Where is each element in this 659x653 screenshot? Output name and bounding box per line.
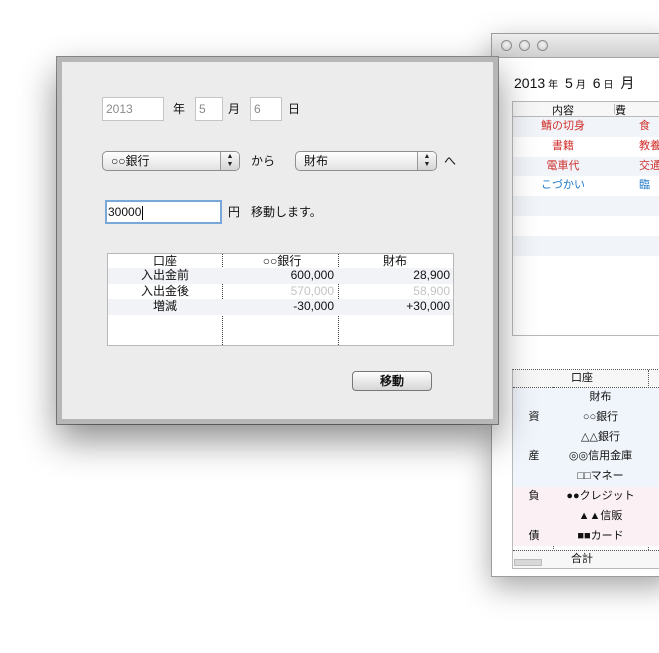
bank-value: 570,000	[290, 283, 334, 298]
balance-rows: 財布資 ○○銀行 △△銀行産 ◎◎信用金庫 □□マネー負 ●●クレジット ▲▲信販債 ■■カー…	[513, 388, 659, 547]
balance-account-name: □□マネー	[577, 470, 624, 483]
day-field[interactable]: 6	[250, 97, 282, 121]
month-label: 月	[228, 102, 241, 116]
row-label: 入出金後	[140, 283, 189, 298]
table-row-change: 増減 -30,000 +30,000	[108, 299, 453, 315]
ledger-year: 2013	[514, 75, 546, 91]
list-item[interactable]: こづかい 臨	[513, 176, 659, 196]
list-item[interactable]: 電車代 交通	[513, 156, 659, 177]
to-account-select[interactable]: 財布 ▲ ▼	[295, 151, 437, 171]
list-item-content: 電車代	[546, 159, 580, 172]
balance-row[interactable]: △△銀行	[513, 427, 659, 448]
transfer-sheet-content: 2013 年 5 月 6 日 ○○銀行 ▲ ▼ から 財布 ▲ ▼ へ 30000 …	[62, 62, 493, 419]
table-row-before: 入出金前 600,000 28,900	[108, 268, 453, 284]
list-item-category: 交通	[639, 159, 659, 172]
month-field[interactable]: 5	[195, 97, 223, 121]
balance-row[interactable]: 産 ◎◎信用金庫	[513, 447, 659, 468]
header-account: 口座	[152, 254, 177, 268]
list-item[interactable]: 書籍 教養	[513, 137, 659, 157]
bank-value: -30,000	[293, 299, 334, 313]
balance-kind-label: 負	[528, 489, 540, 502]
balance-table: 口座 財布資 ○○銀行 △△銀行産 ◎◎信用金庫 □□マネー負 ●●クレジット ▲▲信販債 ■…	[512, 369, 659, 569]
wallet-value: 58,900	[413, 283, 450, 298]
header-from-account: ○○銀行	[262, 254, 302, 268]
list-item-content: 鯖の切身	[541, 120, 585, 132]
yen-label: 円	[228, 205, 241, 219]
day-label: 日	[288, 102, 301, 116]
ledger-body: 2013 年 5月 6日 月 内容 費 鯖の切身食書籍 教養 電車代 交通 こづかい臨 口…	[492, 58, 659, 576]
wallet-value: 28,900	[413, 268, 450, 282]
balance-account-name: ■■カード	[577, 529, 624, 542]
ledger-day: 6	[592, 75, 601, 91]
ledger-date-trailing: 月	[620, 75, 635, 91]
balance-row[interactable]: 資 ○○銀行	[513, 407, 659, 428]
row-label: 入出金前	[140, 268, 189, 282]
balance-table-header: 口座	[513, 370, 659, 388]
balance-row[interactable]: 財布	[513, 388, 659, 408]
balance-kind-label: 資	[528, 410, 540, 423]
balance-kind-label: 産	[528, 450, 540, 463]
header-to-account: 財布	[382, 254, 407, 268]
balance-row[interactable]: ▲▲信販	[513, 506, 659, 527]
balance-preview-table: 口座 ○○銀行 財布 入出金前 600,000 28,900 入出金後 570,…	[107, 253, 454, 346]
bank-value: 600,000	[290, 268, 334, 282]
wallet-value: +30,000	[406, 299, 450, 313]
move-button[interactable]: 移動	[352, 371, 432, 391]
table-header-row: 口座 ○○銀行 財布	[108, 254, 453, 268]
list-item-category: 臨	[639, 179, 650, 192]
ledger-month-unit: 月	[575, 80, 586, 91]
balance-total-label: 合計	[571, 553, 593, 565]
resize-grip[interactable]	[514, 559, 542, 566]
from-account-value: ○○銀行	[111, 154, 150, 168]
to-account-value: 財布	[304, 154, 329, 168]
to-label: へ	[444, 154, 457, 168]
ledger-date: 2013 年 5月 6日 月	[514, 73, 634, 93]
balance-kind-label: 債	[528, 529, 540, 542]
list-item-category: 食	[639, 120, 650, 132]
amount-value: 30000	[108, 205, 142, 219]
zoom-window-icon[interactable]	[537, 40, 548, 51]
select-arrows-icon: ▲ ▼	[220, 152, 239, 170]
list-item-empty[interactable]	[513, 196, 659, 216]
column-header-expense[interactable]: 費	[615, 102, 626, 118]
ledger-month: 5	[565, 75, 573, 91]
list-item-category: 教養	[639, 139, 659, 152]
ledger-titlebar	[492, 34, 659, 58]
year-label: 年	[173, 102, 186, 116]
list-item-content: こづかい	[541, 179, 585, 192]
ledger-year-unit: 年	[548, 80, 559, 91]
year-field[interactable]: 2013	[102, 97, 164, 121]
balance-account-name: ○○銀行	[582, 410, 619, 423]
amount-field[interactable]: 30000	[105, 200, 222, 224]
balance-account-name: △△銀行	[581, 430, 620, 443]
balance-account-name: 財布	[589, 391, 612, 403]
list-item-empty[interactable]	[513, 235, 659, 256]
column-header-content[interactable]: 内容	[513, 102, 613, 118]
select-arrows-icon: ▲ ▼	[417, 152, 436, 170]
list-item-content: 書籍	[552, 139, 574, 152]
action-text: 移動します。	[251, 205, 322, 219]
balance-account-name: ●●クレジット	[566, 489, 635, 502]
list-item[interactable]: 鯖の切身 食	[513, 117, 659, 137]
transaction-rows: 鯖の切身 食書籍 教養電車代 交通こづかい 臨	[513, 117, 659, 256]
balance-row[interactable]: 負 ●●クレジット	[513, 486, 659, 507]
from-account-select[interactable]: ○○銀行 ▲ ▼	[102, 151, 240, 171]
minimize-window-icon[interactable]	[519, 40, 530, 51]
transfer-sheet: 2013 年 5 月 6 日 ○○銀行 ▲ ▼ から 財布 ▲ ▼ へ 30000 …	[57, 57, 498, 424]
row-label: 増減	[152, 299, 177, 313]
transaction-list-header: 内容 費	[513, 102, 659, 117]
balance-account-name: ◎◎信用金庫	[568, 450, 633, 463]
balance-account-name: ▲▲信販	[578, 509, 623, 522]
ledger-window: 2013 年 5月 6日 月 内容 費 鯖の切身食書籍 教養 電車代 交通 こづかい臨 口…	[491, 33, 659, 577]
balance-header-account: 口座	[571, 372, 593, 384]
text-caret	[142, 205, 144, 220]
balance-row[interactable]: □□マネー	[513, 467, 659, 487]
list-item-empty[interactable]	[513, 216, 659, 236]
from-label: から	[251, 154, 276, 168]
transaction-list[interactable]: 内容 費 鯖の切身 食書籍 教養電車代 交通こづかい 臨	[512, 101, 659, 336]
close-window-icon[interactable]	[501, 40, 512, 51]
ledger-day-unit: 日	[603, 80, 614, 91]
balance-row[interactable]: 債 ■■カード	[513, 526, 659, 547]
table-row-after: 入出金後 570,000 58,900	[108, 284, 453, 300]
